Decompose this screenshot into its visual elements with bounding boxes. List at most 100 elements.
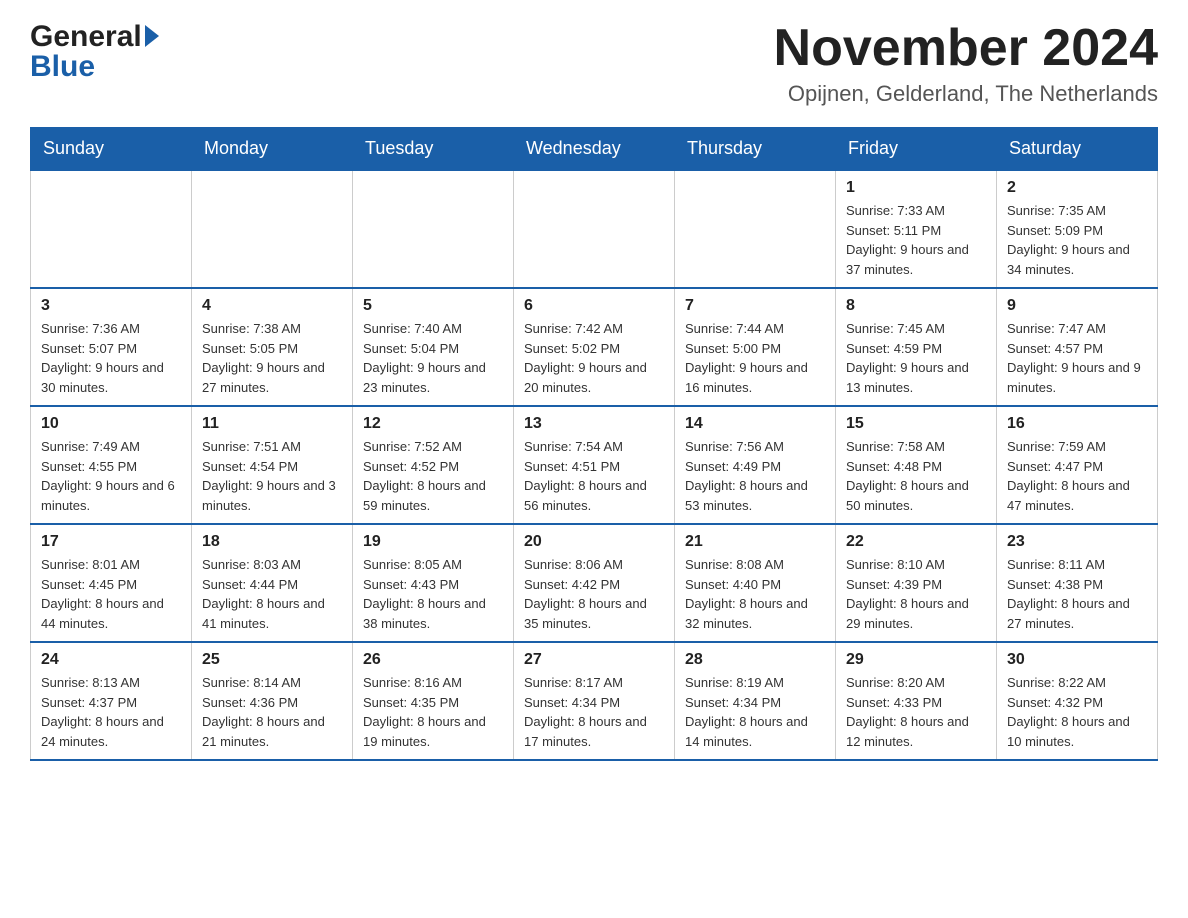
day-info: Sunrise: 7:52 AMSunset: 4:52 PMDaylight:… — [363, 437, 503, 515]
calendar-cell: 18 Sunrise: 8:03 AMSunset: 4:44 PMDayligh… — [192, 524, 353, 642]
day-info: Sunrise: 8:13 AMSunset: 4:37 PMDaylight:… — [41, 673, 181, 751]
day-info: Sunrise: 7:42 AMSunset: 5:02 PMDaylight:… — [524, 319, 664, 397]
column-header-wednesday: Wednesday — [514, 128, 675, 171]
day-info: Sunrise: 7:44 AMSunset: 5:00 PMDaylight:… — [685, 319, 825, 397]
day-number: 25 — [202, 651, 342, 669]
day-number: 7 — [685, 297, 825, 315]
day-number: 21 — [685, 533, 825, 551]
calendar-cell — [31, 170, 192, 288]
day-number: 19 — [363, 533, 503, 551]
calendar-cell: 21Sunrise: 8:08 AMSunset: 4:40 PMDayligh… — [675, 524, 836, 642]
day-number: 11 — [202, 415, 342, 433]
calendar-cell: 28Sunrise: 8:19 AMSunset: 4:34 PMDayligh… — [675, 642, 836, 760]
logo-blue-text: Blue — [30, 50, 159, 84]
day-info: Sunrise: 8:16 AMSunset: 4:35 PMDaylight:… — [363, 673, 503, 751]
calendar-week-row: 24 Sunrise: 8:13 AMSunset: 4:37 PMDayligh… — [31, 642, 1158, 760]
calendar-cell: 24 Sunrise: 8:13 AMSunset: 4:37 PMDayligh… — [31, 642, 192, 760]
calendar-cell: 14 Sunrise: 7:56 AMSunset: 4:49 PMDayligh… — [675, 406, 836, 524]
day-number: 24 — [41, 651, 181, 669]
day-number: 3 — [41, 297, 181, 315]
day-number: 22 — [846, 533, 986, 551]
day-number: 1 — [846, 179, 986, 197]
calendar-cell: 5Sunrise: 7:40 AMSunset: 5:04 PMDaylight… — [353, 288, 514, 406]
logo-general-text: General — [30, 20, 142, 54]
calendar-week-row: 1 Sunrise: 7:33 AMSunset: 5:11 PMDaylight… — [31, 170, 1158, 288]
calendar-cell: 26 Sunrise: 8:16 AMSunset: 4:35 PMDayligh… — [353, 642, 514, 760]
calendar-cell: 12 Sunrise: 7:52 AMSunset: 4:52 PMDayligh… — [353, 406, 514, 524]
logo: General Blue — [30, 20, 159, 84]
calendar-cell: 8 Sunrise: 7:45 AMSunset: 4:59 PMDaylight… — [836, 288, 997, 406]
calendar-cell: 23Sunrise: 8:11 AMSunset: 4:38 PMDayligh… — [997, 524, 1158, 642]
calendar-cell: 16Sunrise: 7:59 AMSunset: 4:47 PMDayligh… — [997, 406, 1158, 524]
calendar-table: SundayMondayTuesdayWednesdayThursdayFrid… — [30, 127, 1158, 761]
calendar-cell: 2Sunrise: 7:35 AMSunset: 5:09 PMDaylight… — [997, 170, 1158, 288]
calendar-cell: 11 Sunrise: 7:51 AMSunset: 4:54 PMDayligh… — [192, 406, 353, 524]
calendar-cell: 10 Sunrise: 7:49 AMSunset: 4:55 PMDayligh… — [31, 406, 192, 524]
day-number: 26 — [363, 651, 503, 669]
month-title: November 2024 — [774, 20, 1158, 77]
calendar-cell: 29 Sunrise: 8:20 AMSunset: 4:33 PMDayligh… — [836, 642, 997, 760]
calendar-cell: 20 Sunrise: 8:06 AMSunset: 4:42 PMDayligh… — [514, 524, 675, 642]
day-number: 15 — [846, 415, 986, 433]
day-number: 10 — [41, 415, 181, 433]
day-info: Sunrise: 8:11 AMSunset: 4:38 PMDaylight:… — [1007, 555, 1147, 633]
day-info: Sunrise: 7:36 AMSunset: 5:07 PMDaylight:… — [41, 319, 181, 397]
day-number: 17 — [41, 533, 181, 551]
calendar-week-row: 17Sunrise: 8:01 AMSunset: 4:45 PMDayligh… — [31, 524, 1158, 642]
day-info: Sunrise: 7:51 AMSunset: 4:54 PMDaylight:… — [202, 437, 342, 515]
page-header: General Blue November 2024 Opijnen, Geld… — [30, 20, 1158, 107]
day-info: Sunrise: 8:10 AMSunset: 4:39 PMDaylight:… — [846, 555, 986, 633]
day-number: 9 — [1007, 297, 1147, 315]
calendar-cell: 3 Sunrise: 7:36 AMSunset: 5:07 PMDaylight… — [31, 288, 192, 406]
day-info: Sunrise: 7:58 AMSunset: 4:48 PMDaylight:… — [846, 437, 986, 515]
calendar-cell: 9 Sunrise: 7:47 AMSunset: 4:57 PMDaylight… — [997, 288, 1158, 406]
day-number: 8 — [846, 297, 986, 315]
day-info: Sunrise: 7:49 AMSunset: 4:55 PMDaylight:… — [41, 437, 181, 515]
day-info: Sunrise: 8:05 AMSunset: 4:43 PMDaylight:… — [363, 555, 503, 633]
day-number: 29 — [846, 651, 986, 669]
calendar-cell: 13Sunrise: 7:54 AMSunset: 4:51 PMDayligh… — [514, 406, 675, 524]
day-info: Sunrise: 7:38 AMSunset: 5:05 PMDaylight:… — [202, 319, 342, 397]
day-info: Sunrise: 7:45 AMSunset: 4:59 PMDaylight:… — [846, 319, 986, 397]
calendar-cell: 1 Sunrise: 7:33 AMSunset: 5:11 PMDaylight… — [836, 170, 997, 288]
calendar-cell — [353, 170, 514, 288]
column-header-friday: Friday — [836, 128, 997, 171]
day-number: 6 — [524, 297, 664, 315]
calendar-cell: 7 Sunrise: 7:44 AMSunset: 5:00 PMDaylight… — [675, 288, 836, 406]
calendar-cell: 25 Sunrise: 8:14 AMSunset: 4:36 PMDayligh… — [192, 642, 353, 760]
calendar-header-row: SundayMondayTuesdayWednesdayThursdayFrid… — [31, 128, 1158, 171]
calendar-cell: 30Sunrise: 8:22 AMSunset: 4:32 PMDayligh… — [997, 642, 1158, 760]
day-info: Sunrise: 8:03 AMSunset: 4:44 PMDaylight:… — [202, 555, 342, 633]
day-number: 30 — [1007, 651, 1147, 669]
day-number: 5 — [363, 297, 503, 315]
column-header-tuesday: Tuesday — [353, 128, 514, 171]
day-number: 14 — [685, 415, 825, 433]
day-info: Sunrise: 8:14 AMSunset: 4:36 PMDaylight:… — [202, 673, 342, 751]
day-number: 20 — [524, 533, 664, 551]
calendar-cell — [675, 170, 836, 288]
calendar-cell: 22 Sunrise: 8:10 AMSunset: 4:39 PMDayligh… — [836, 524, 997, 642]
day-info: Sunrise: 8:06 AMSunset: 4:42 PMDaylight:… — [524, 555, 664, 633]
calendar-cell — [514, 170, 675, 288]
day-info: Sunrise: 8:20 AMSunset: 4:33 PMDaylight:… — [846, 673, 986, 751]
day-number: 12 — [363, 415, 503, 433]
logo-arrow-icon — [145, 25, 159, 47]
day-info: Sunrise: 7:35 AMSunset: 5:09 PMDaylight:… — [1007, 201, 1147, 279]
calendar-week-row: 3 Sunrise: 7:36 AMSunset: 5:07 PMDaylight… — [31, 288, 1158, 406]
location-text: Opijnen, Gelderland, The Netherlands — [774, 81, 1158, 107]
calendar-week-row: 10 Sunrise: 7:49 AMSunset: 4:55 PMDayligh… — [31, 406, 1158, 524]
day-info: Sunrise: 7:47 AMSunset: 4:57 PMDaylight:… — [1007, 319, 1147, 397]
title-section: November 2024 Opijnen, Gelderland, The N… — [774, 20, 1158, 107]
calendar-cell: 15 Sunrise: 7:58 AMSunset: 4:48 PMDayligh… — [836, 406, 997, 524]
calendar-cell: 17Sunrise: 8:01 AMSunset: 4:45 PMDayligh… — [31, 524, 192, 642]
day-info: Sunrise: 8:19 AMSunset: 4:34 PMDaylight:… — [685, 673, 825, 751]
day-info: Sunrise: 7:56 AMSunset: 4:49 PMDaylight:… — [685, 437, 825, 515]
column-header-thursday: Thursday — [675, 128, 836, 171]
day-number: 18 — [202, 533, 342, 551]
calendar-cell: 27Sunrise: 8:17 AMSunset: 4:34 PMDayligh… — [514, 642, 675, 760]
day-number: 4 — [202, 297, 342, 315]
calendar-cell: 19 Sunrise: 8:05 AMSunset: 4:43 PMDayligh… — [353, 524, 514, 642]
day-info: Sunrise: 7:33 AMSunset: 5:11 PMDaylight:… — [846, 201, 986, 279]
calendar-cell: 6 Sunrise: 7:42 AMSunset: 5:02 PMDaylight… — [514, 288, 675, 406]
day-info: Sunrise: 7:59 AMSunset: 4:47 PMDaylight:… — [1007, 437, 1147, 515]
